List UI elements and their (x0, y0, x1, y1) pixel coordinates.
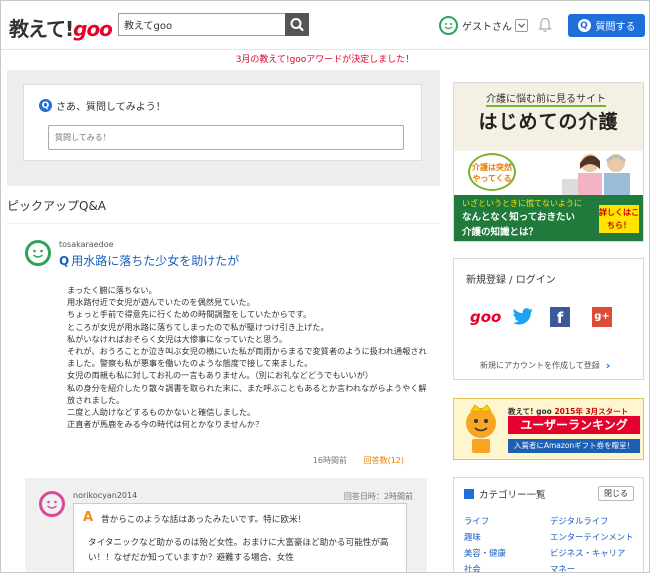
care-ad-title: はじめての介護 (478, 111, 619, 133)
new-account-text: 新規にアカウントを作成して登録 (480, 361, 600, 370)
chevron-down-icon[interactable] (515, 18, 528, 32)
answerer-name[interactable]: norikocyan2014 (73, 491, 137, 500)
search-input[interactable] (119, 14, 285, 35)
answer-card[interactable]: A 昔からこのような話はあったみたいです。特に欧米！ タイタニックなど助かるのは… (73, 503, 407, 572)
question-title: 用水路に落ちた少女を助けたが (71, 254, 240, 268)
user-menu[interactable]: ゲストさん (439, 15, 528, 35)
ranking-ad-title: ユーザーランキング (508, 416, 640, 434)
bell-icon[interactable] (538, 17, 552, 33)
logo-text: 教えて! (9, 17, 74, 41)
login-title: 新規登録 / ログイン (466, 275, 556, 286)
care-ad-tagline: 介護に悩む前に見るサイト (486, 90, 606, 107)
ask-question-input[interactable] (48, 125, 404, 150)
care-ad-line1: いざというときに慌てないように (462, 199, 582, 208)
category-item[interactable]: ライフ (464, 514, 550, 528)
chevron-right-icon: › (605, 359, 611, 372)
care-ad-banner[interactable]: 介護に悩む前に見るサイト はじめての介護 介護は突然やってくる いざというときに… (453, 82, 644, 242)
category-header: カテゴリー一覧 (464, 487, 546, 501)
answerer-avatar-icon (39, 491, 65, 517)
category-list: ライフ デジタルライフ 趣味 エンターテインメント 美容・健康 ビジネス・キャリ… (464, 514, 640, 572)
answer-date: 回答日時：2時間前 (343, 492, 413, 501)
user-name: ゲストさん (462, 21, 512, 33)
ask-panel: Q さあ、質問してみよう！ (7, 70, 440, 186)
twitter-icon[interactable] (512, 308, 534, 326)
social-login-row: goo f g+ (470, 307, 612, 327)
page-frame: 教えて!goo ゲストさん (0, 0, 650, 573)
pickup-heading: ピックアップQ&A (7, 199, 107, 213)
care-ad-detail-button[interactable]: 詳しくはこちら！ (599, 205, 639, 233)
ask-title-text: さあ、質問してみよう！ (56, 102, 166, 113)
new-account-link[interactable]: 新規にアカウントを作成して登録 › (480, 359, 610, 372)
goo-login-icon[interactable]: goo (470, 308, 504, 326)
facebook-icon[interactable]: f (550, 307, 570, 327)
search-icon (290, 18, 304, 32)
award-banner-text: 3月の教えて!gooアワードが決定しました！ (235, 55, 415, 65)
questioner-name[interactable]: tosakaraedoe (59, 240, 114, 249)
question-time: 16時間前 (312, 456, 348, 465)
close-button[interactable]: 閉じる (598, 486, 634, 501)
category-title: カテゴリー一覧 (479, 490, 546, 501)
category-item[interactable]: 趣味 (464, 530, 550, 544)
ranking-ad-sub: 入賞者にAmazonギフト券を贈呈！ (508, 439, 640, 453)
login-panel: 新規登録 / ログイン goo f g+ 新規にアカウントを作成して登録 › (453, 258, 644, 380)
category-item[interactable]: 社会 (464, 562, 550, 572)
category-item[interactable]: ビジネス・キャリア (550, 546, 640, 560)
ask-title: Q さあ、質問してみよう！ (39, 98, 166, 113)
category-item[interactable]: エンターテインメント (550, 530, 640, 544)
pickup-qa-card: tosakaraedoe Q 用水路に落ちた少女を助けたが まったく腑に落ちない… (7, 223, 440, 572)
a-mark: A (83, 510, 94, 525)
question-title-link[interactable]: Q 用水路に落ちた少女を助けたが (59, 252, 239, 269)
ask-card: Q さあ、質問してみよう！ (23, 84, 422, 161)
google-plus-icon[interactable]: g+ (592, 307, 612, 327)
search-box (118, 13, 309, 36)
mascot-trophy-icon (466, 404, 496, 453)
questioner-avatar-icon (25, 240, 51, 266)
category-panel: カテゴリー一覧 閉じる ライフ デジタルライフ 趣味 エンターテインメント 美容… (453, 477, 644, 572)
answer-section: norikocyan2014 回答日時：2時間前 A 昔からこのような話はあった… (25, 478, 427, 572)
category-square-icon (464, 489, 474, 499)
ranking-ad-prefix: 教えて! goo (508, 407, 555, 416)
care-ad-line2: なんとなく知っておきたい (462, 212, 575, 223)
ask-button-label: 質問する (595, 22, 636, 33)
care-ad-bubble: 介護は突然やってくる (468, 153, 516, 191)
logo-goo: goo (73, 17, 113, 41)
answer-first-line: 昔からこのような話はあったみたいです。特に欧米！ (101, 515, 307, 525)
care-ad-bottom: いざというときに慌てないように なんとなく知っておきたい 介護の知識とは？ 詳し… (454, 195, 643, 241)
question-meta: 16時間前 回答数(12) (313, 455, 404, 466)
award-banner[interactable]: 3月の教えて!gooアワードが決定しました！ (1, 49, 649, 69)
answer-body: タイタニックなど助かるのは殆ど女性。おまけに大富豪ほど助かる可能性が高い！！なぜ… (88, 538, 389, 563)
people-illustration-icon (562, 154, 630, 201)
ranking-ad-start: 2015年 3月スタート (554, 407, 629, 416)
guest-avatar-icon (439, 15, 458, 35)
category-item[interactable]: デジタルライフ (550, 514, 640, 528)
ask-question-button[interactable]: Q 質問する (568, 14, 645, 37)
search-button[interactable] (285, 13, 309, 36)
q-mark: Q (59, 253, 70, 268)
site-logo[interactable]: 教えて!goo (9, 13, 113, 42)
question-body: まったく腑に落ちない。 用水路付近で女児が遊んでいたのを偶然見ていた。 ちょっと… (67, 285, 427, 430)
ranking-ad-banner[interactable]: 教えて! goo 2015年 3月スタート ユーザーランキング 入賞者にAmaz… (453, 398, 644, 460)
answer-count-link[interactable]: 回答数(12) (364, 456, 404, 465)
header: 教えて!goo ゲストさん (1, 1, 649, 48)
q-circle-icon: Q (39, 99, 52, 112)
category-item[interactable]: マネー (550, 562, 640, 572)
q-badge-icon: Q (577, 19, 591, 32)
care-ad-line3: 介護の知識とは？ (462, 227, 539, 238)
category-item[interactable]: 美容・健康 (464, 546, 550, 560)
